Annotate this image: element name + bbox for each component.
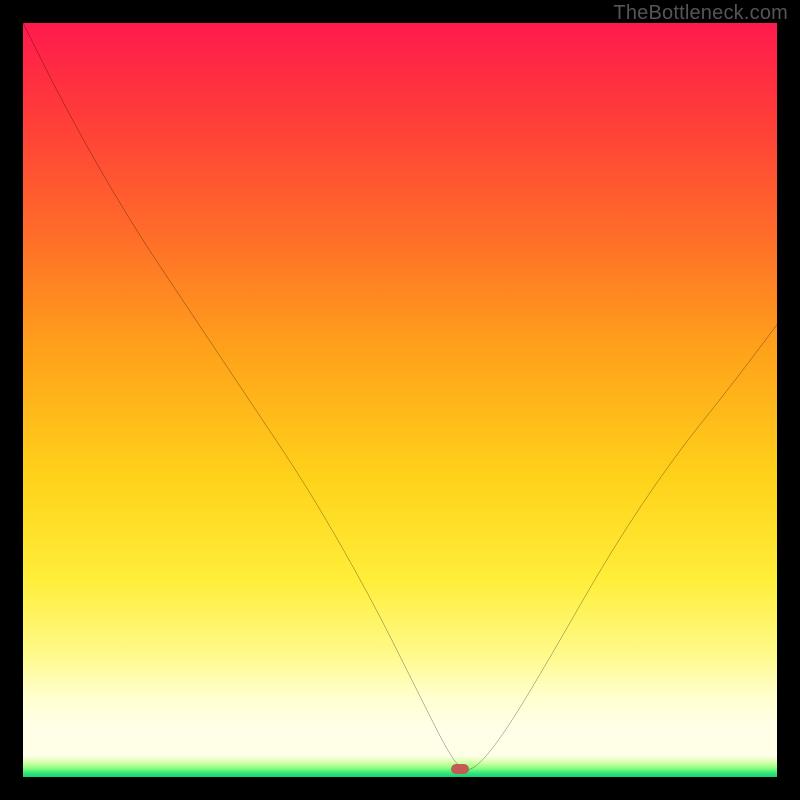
bottleneck-curve (23, 23, 777, 777)
valley-marker (451, 764, 469, 774)
plot-area (23, 23, 777, 777)
chart-frame: TheBottleneck.com (0, 0, 800, 800)
watermark-text: TheBottleneck.com (613, 2, 788, 25)
